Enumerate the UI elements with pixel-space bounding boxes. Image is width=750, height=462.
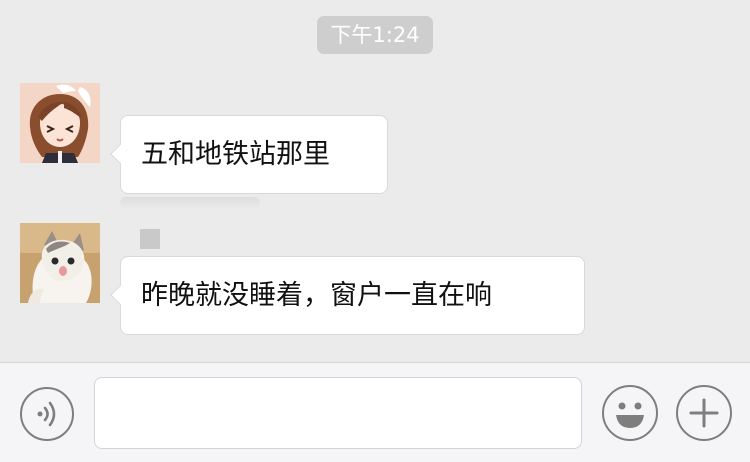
cat-avatar-image [20, 223, 100, 303]
message-bubble[interactable]: 昨晚就没睡着，窗户一直在响 [120, 256, 585, 335]
anime-girl-avatar[interactable] [20, 83, 100, 163]
message-input[interactable] [94, 377, 582, 449]
emoji-button[interactable] [602, 385, 658, 441]
voice-button[interactable] [20, 387, 74, 441]
emoji-smile-icon [616, 402, 644, 428]
message-text: 昨晚就没睡着，窗户一直在响 [141, 280, 492, 311]
timestamp-badge: 下午1:24 [317, 16, 433, 54]
input-toolbar [0, 362, 750, 462]
cat-avatar[interactable] [20, 223, 100, 303]
message-bubble[interactable]: 五和地铁站那里 [120, 115, 388, 194]
plus-icon [689, 398, 719, 428]
sender-name-redacted [140, 229, 160, 249]
message-text: 五和地铁站那里 [141, 139, 330, 170]
add-more-button[interactable] [676, 385, 732, 441]
blurred-content-strip [120, 197, 260, 209]
chat-message-area[interactable]: 下午1:24 五和地铁站那里 昨晚就没睡着，窗户一直在响 [0, 0, 750, 362]
anime-girl-avatar-image [20, 83, 100, 163]
voice-icon [37, 401, 56, 427]
